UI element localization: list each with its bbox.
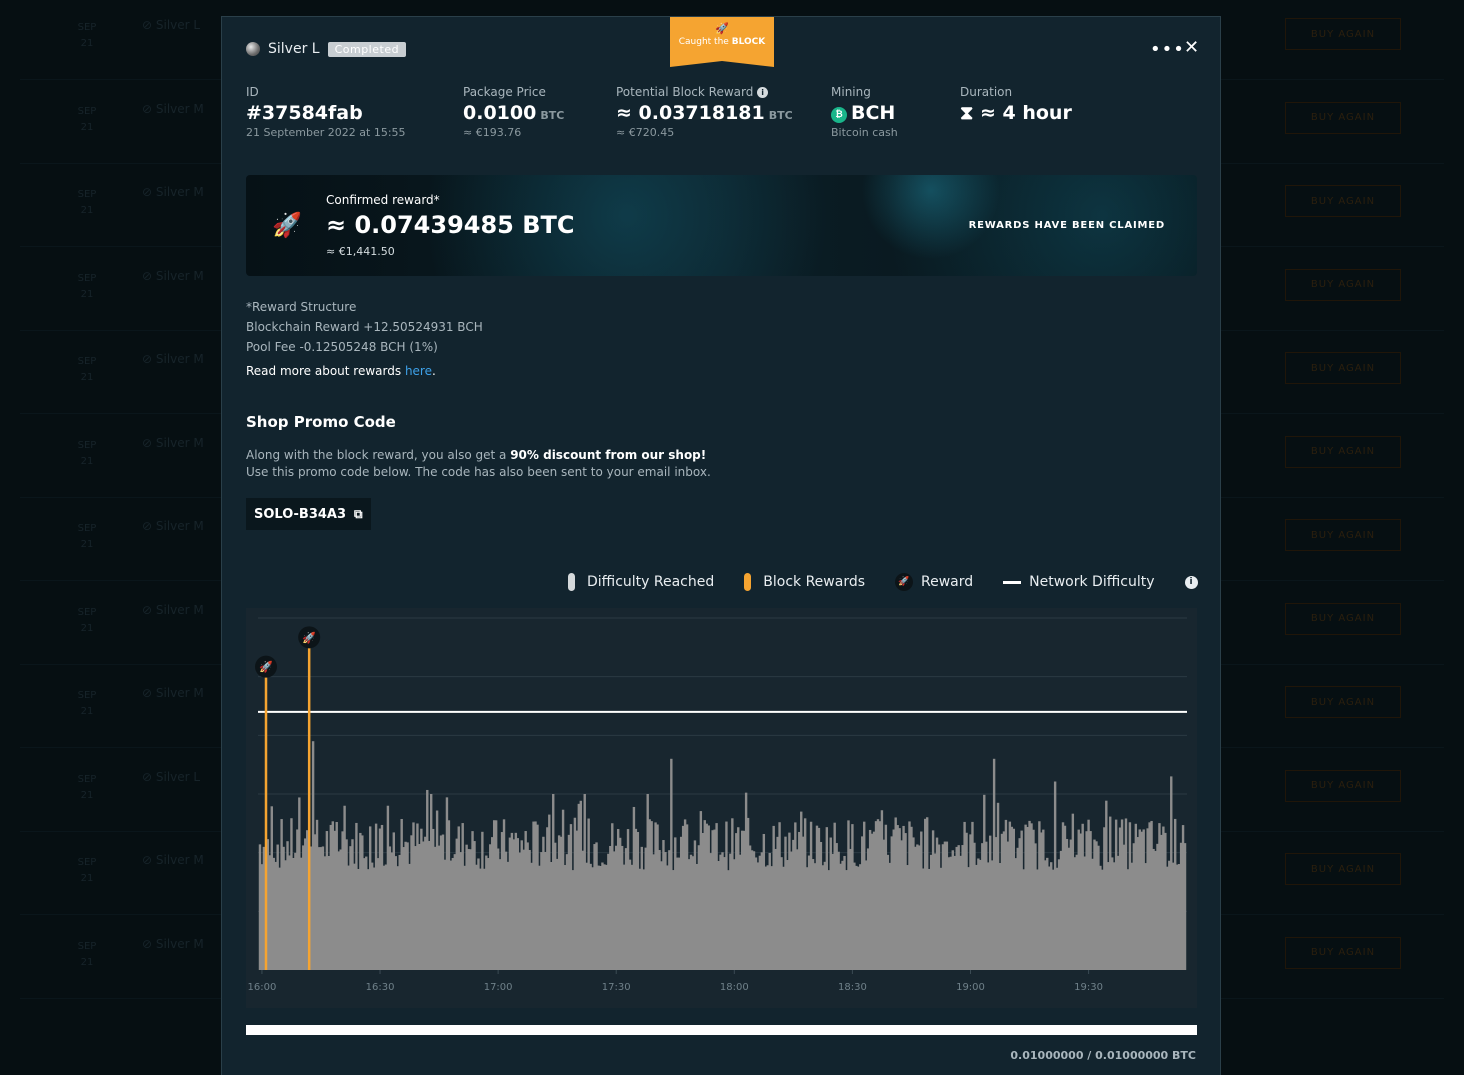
confirmed-reward-value: ≈ 0.07439485 BTC [326, 211, 575, 239]
x-tick-label: 19:00 [956, 982, 985, 993]
stat-package-price: Package Price 0.0100 BTC ≈ €193.76 [463, 85, 565, 139]
legend-swatch [568, 573, 575, 591]
copy-icon[interactable]: ⧉ [354, 507, 363, 522]
promo-code-box[interactable]: SOLO-B34A3 ⧉ [246, 498, 371, 530]
rewards-claimed-status: REWARDS HAVE BEEN CLAIMED [968, 220, 1165, 231]
x-tick-label: 19:30 [1074, 982, 1103, 993]
stat-duration: Duration ⧗ ≈ 4 hour [960, 85, 1072, 124]
x-tick-label: 18:00 [720, 982, 749, 993]
chart-svg: 🚀 🚀 16:00 16:30 17:00 17:30 18:00 18:30 19:00 19:… [248, 617, 1187, 993]
confirmed-reward-banner: 🚀 Confirmed reward* ≈ 0.07439485 BTC ≈ €… [246, 175, 1197, 276]
info-icon[interactable]: i [1184, 575, 1198, 589]
bitcoin-cash-icon: ₿ [831, 107, 847, 123]
ribbon-prefix: Caught the [678, 37, 729, 47]
x-tick-label: 17:00 [484, 982, 513, 993]
order-date: 21 September 2022 at 15:55 [246, 126, 406, 139]
progress-bar [246, 1025, 1197, 1035]
info-icon[interactable]: i [757, 87, 769, 98]
more-options-icon[interactable]: ••• [1150, 39, 1185, 60]
legend-swatch [1003, 580, 1022, 584]
hourglass-icon: ⧗ [960, 102, 974, 124]
confirmed-reward-eur: ≈ €1,441.50 [326, 245, 395, 258]
progress-fill [246, 1025, 1197, 1035]
order-detail-modal: 🚀 Caught the BLOCK Silver L Completed ••… [221, 16, 1221, 1075]
rocket-icon: 🚀 [895, 573, 914, 591]
stat-potential-reward: Potential Block Reward i ≈ 0.03718181 BTC… [616, 85, 793, 139]
legend-reward[interactable]: 🚀 Reward [895, 573, 973, 591]
silver-coin-icon [246, 42, 260, 56]
order-stats: ID #37584fab 21 September 2022 at 15:55 … [246, 85, 1206, 145]
legend-swatch [744, 573, 752, 591]
rocket-icon: 🚀 [272, 211, 302, 239]
order-id: #37584fab [246, 102, 363, 124]
package-name: Silver L [268, 41, 320, 57]
x-tick-label: 16:00 [248, 982, 277, 993]
x-tick-label: 16:30 [366, 982, 395, 993]
rewards-here-link[interactable]: here [405, 364, 432, 378]
legend-difficulty-reached[interactable]: Difficulty Reached [568, 573, 714, 591]
stat-mining: Mining ₿ BCH Bitcoin cash [831, 85, 898, 139]
progress-text: 0.01000000 / 0.01000000 BTC [1010, 1049, 1196, 1062]
difficulty-chart: 🚀 🚀 16:00 16:30 17:00 17:30 18:00 18:30 19:00 19:… [246, 608, 1197, 1008]
confirmed-reward-label: Confirmed reward* [326, 193, 440, 207]
rocket-icon: 🚀 [715, 22, 729, 35]
reward-structure: *Reward Structure Blockchain Reward +12.… [246, 300, 483, 354]
rocket-icon: 🚀 [259, 661, 273, 674]
legend-block-rewards[interactable]: Block Rewards [744, 573, 865, 591]
modal-header: Silver L Completed [246, 41, 407, 57]
x-tick-label: 18:30 [838, 982, 867, 993]
status-badge: Completed [327, 41, 407, 57]
close-icon[interactable]: ✕ [1184, 37, 1199, 58]
x-tick-label: 17:30 [602, 982, 631, 993]
caught-block-ribbon: 🚀 Caught the BLOCK [670, 17, 774, 67]
ribbon-highlight: BLOCK [731, 37, 766, 47]
rocket-icon: 🚀 [302, 631, 316, 644]
chart-legend: Difficulty Reached Block Rewards 🚀 Rewar… [568, 573, 1198, 591]
difficulty-bar [1183, 843, 1187, 970]
legend-network-difficulty[interactable]: Network Difficulty [1003, 574, 1155, 590]
promo-description: Along with the block reward, you also ge… [246, 448, 711, 479]
stat-id: ID #37584fab 21 September 2022 at 15:55 [246, 85, 406, 139]
promo-title: Shop Promo Code [246, 413, 396, 431]
promo-code: SOLO-B34A3 [254, 506, 347, 522]
read-more-rewards: Read more about rewards here. [246, 364, 436, 378]
